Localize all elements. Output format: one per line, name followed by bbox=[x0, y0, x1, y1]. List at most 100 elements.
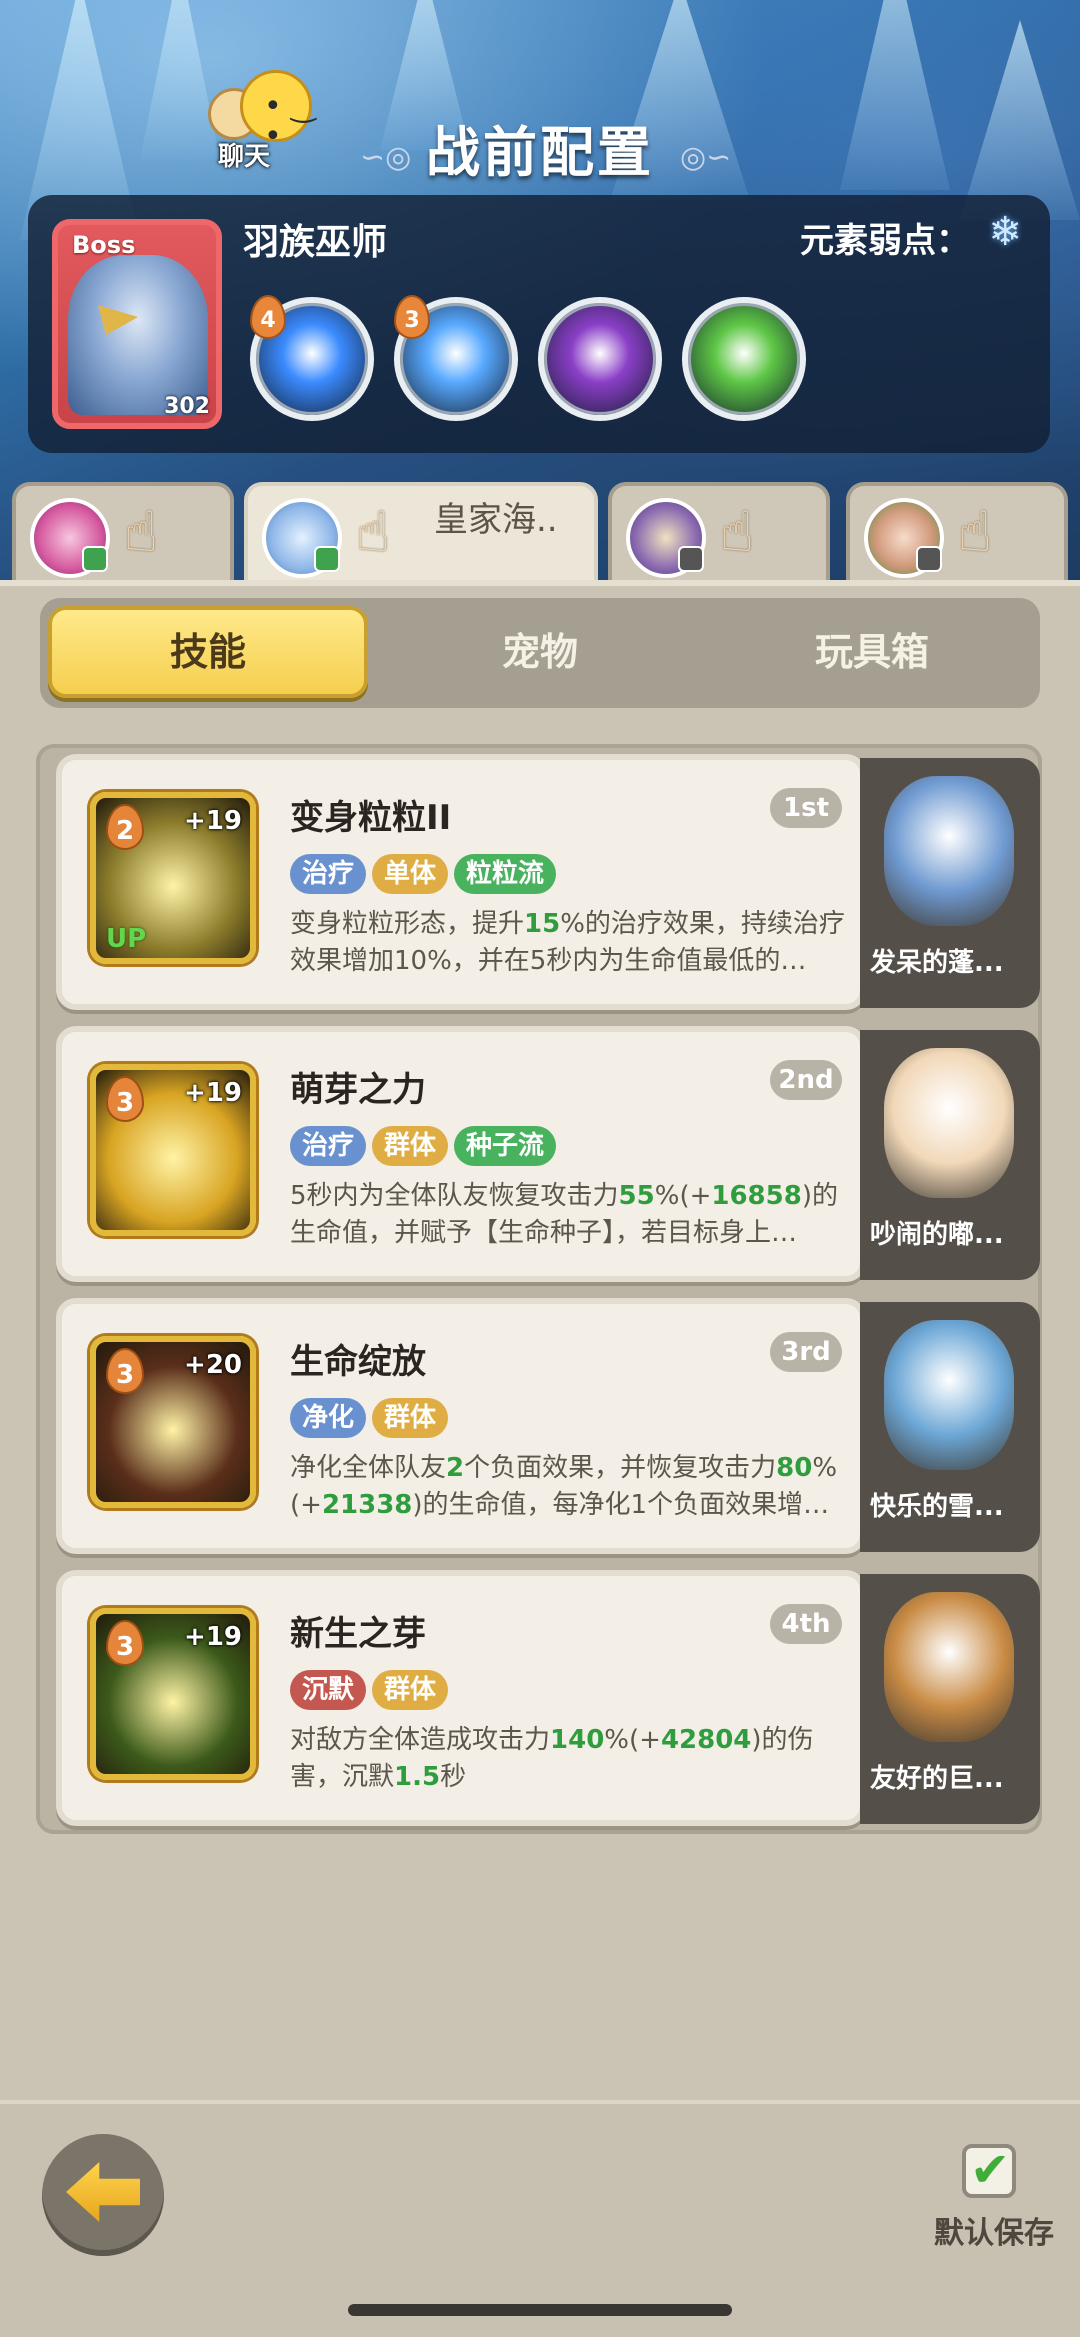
skill-level-badge: 2 bbox=[106, 804, 144, 850]
pet-name: 友好的巨... bbox=[870, 1764, 1004, 1794]
skill-bonus: +19 bbox=[184, 1622, 242, 1652]
boss-skill-orb[interactable] bbox=[538, 297, 662, 421]
skill-tags: 净化 群体 bbox=[290, 1398, 449, 1438]
skill-description: 5秒内为全体队友恢复攻击力55%(+16858)的生命值，并赋予【生命种子】，若… bbox=[290, 1178, 854, 1289]
skill-tag: 群体 bbox=[372, 1670, 449, 1710]
element-weakness-label: 元素弱点： bbox=[800, 221, 970, 261]
bottom-bar: ✔ 默认保存 bbox=[0, 2100, 1080, 2337]
skill-bonus: +19 bbox=[184, 1078, 242, 1108]
skill-title: 变身粒粒II bbox=[290, 798, 452, 838]
skill-tag: 粒粒流 bbox=[454, 854, 557, 894]
boss-name: 羽族巫师 bbox=[243, 222, 388, 263]
boss-skill-orb[interactable] bbox=[682, 297, 806, 421]
skill-icon: 2 +19 UP bbox=[90, 792, 256, 964]
skill-tags: 治疗 群体 种子流 bbox=[290, 1126, 557, 1166]
team-tab-name: 皇家海.. bbox=[434, 500, 558, 540]
default-save-checkbox[interactable]: ✔ bbox=[962, 2142, 1016, 2198]
skill-pet-slot[interactable]: 快乐的雪... bbox=[860, 1302, 1040, 1552]
team-tab-2[interactable]: ☝ 皇家海.. bbox=[244, 482, 598, 586]
skill-card[interactable]: 3 +19 新生之芽 4th 沉默 群体 对敌方全体造成攻击力140%(+42804)的伤害… bbox=[56, 1570, 866, 1826]
pet-portrait bbox=[884, 1320, 1014, 1470]
skill-icon: 3 +19 bbox=[90, 1064, 256, 1236]
orb-level-badge: 4 bbox=[250, 295, 286, 339]
skill-description: 对敌方全体造成攻击力140%(+42804)的伤害，沉默1.5秒 bbox=[290, 1722, 854, 1833]
skill-description-text: 净化全体队友 bbox=[290, 1453, 447, 1483]
team-tab-4[interactable]: ☝ bbox=[846, 482, 1068, 586]
skill-description-text: %(+ bbox=[604, 1725, 661, 1755]
skill-value-highlight: 42804 bbox=[660, 1725, 752, 1755]
default-save-label: 默认保存 bbox=[934, 2216, 1054, 2251]
skill-description-text: 变身粒粒形态，提升 bbox=[290, 909, 525, 939]
skill-rank: 3rd bbox=[770, 1332, 842, 1372]
skill-bonus: +19 bbox=[184, 806, 242, 836]
boss-skill-orb[interactable]: 4 bbox=[250, 295, 374, 421]
checkmark-icon: ✔ bbox=[970, 2142, 1011, 2198]
tab-toybox[interactable]: 玩具箱 bbox=[712, 606, 1032, 698]
skill-value-highlight: 80 bbox=[776, 1453, 813, 1483]
pet-portrait bbox=[884, 1592, 1014, 1742]
skill-pet-slot[interactable]: 吵闹的嘟... bbox=[860, 1030, 1040, 1280]
skill-tag: 沉默 bbox=[290, 1670, 367, 1710]
tab-pets[interactable]: 宠物 bbox=[380, 606, 700, 698]
skill-rank: 4th bbox=[770, 1604, 842, 1644]
tab-skills[interactable]: 技能 bbox=[48, 606, 368, 698]
boss-bird-portrait bbox=[68, 255, 208, 415]
skill-icon: 3 +19 bbox=[90, 1608, 256, 1780]
snowflake-icon: ❄ bbox=[988, 209, 1022, 255]
skill-description-text: 对敌方全体造成攻击力 bbox=[290, 1725, 551, 1755]
boss-level: 302 bbox=[164, 394, 210, 419]
team-tab-3[interactable]: ☝ bbox=[608, 482, 830, 586]
skill-card[interactable]: 3 +20 生命绽放 3rd 净化 群体 净化全体队友2个负面效果，并恢复攻击力80%(+2… bbox=[56, 1298, 866, 1554]
skill-tags: 治疗 单体 粒粒流 bbox=[290, 854, 557, 894]
skill-card[interactable]: 3 +19 萌芽之力 2nd 治疗 群体 种子流 5秒内为全体队友恢复攻击力55%(+1685… bbox=[56, 1026, 866, 1282]
category-segmented-control: 技能 宠物 玩具箱 bbox=[40, 598, 1040, 708]
back-button[interactable] bbox=[42, 2134, 164, 2256]
tap-hand-icon: ☝ bbox=[356, 500, 391, 565]
skill-level-badge: 3 bbox=[106, 1076, 144, 1122]
skill-title: 新生之芽 bbox=[290, 1614, 426, 1654]
skill-value-highlight: 1.5 bbox=[394, 1762, 441, 1792]
skill-value-highlight: 16858 bbox=[711, 1181, 802, 1211]
pet-name: 快乐的雪... bbox=[870, 1492, 1004, 1522]
skill-tag: 种子流 bbox=[454, 1126, 557, 1166]
skill-rank: 2nd bbox=[770, 1060, 842, 1100]
boss-portrait-card[interactable]: Boss 302 bbox=[52, 219, 222, 429]
orb-level-badge: 3 bbox=[394, 295, 430, 339]
page-title: 战前配置 bbox=[426, 121, 654, 184]
skill-title: 生命绽放 bbox=[290, 1342, 426, 1382]
back-arrow-icon bbox=[66, 2162, 140, 2222]
skill-value-highlight: 55 bbox=[618, 1181, 655, 1211]
skill-value-highlight: 21338 bbox=[321, 1490, 413, 1520]
skill-description: 净化全体队友2个负面效果，并恢复攻击力80%(+21338)的生命值，每净化1个… bbox=[290, 1450, 854, 1561]
hero-badge-icon bbox=[314, 546, 340, 572]
skill-value-highlight: 2 bbox=[446, 1453, 465, 1483]
skill-tag: 群体 bbox=[372, 1126, 449, 1166]
config-panel: 技能 宠物 玩具箱 2 +19 UP 变身粒粒II 1st 治疗 单体 粒粒流 变身粒粒形态，提… bbox=[0, 580, 1080, 2100]
skill-rank: 1st bbox=[770, 788, 842, 828]
boss-tag: Boss bbox=[72, 231, 136, 259]
skill-tags: 沉默 群体 bbox=[290, 1670, 449, 1710]
skill-tag: 治疗 bbox=[290, 1126, 367, 1166]
tap-hand-icon: ☝ bbox=[958, 500, 993, 565]
skill-icon: 3 +20 bbox=[90, 1336, 256, 1508]
skill-value-highlight: 140 bbox=[550, 1725, 605, 1755]
pet-portrait bbox=[884, 776, 1014, 926]
skill-description-text: 个负面效果，并恢复攻击力 bbox=[464, 1453, 777, 1483]
boss-skill-orb[interactable]: 3 bbox=[394, 295, 518, 421]
skill-bonus: +20 bbox=[184, 1350, 242, 1380]
skill-description: 变身粒粒形态，提升15%的治疗效果，持续治疗效果增加10%，并在5秒内为生命值最… bbox=[290, 906, 854, 1017]
boss-panel: Boss 302 羽族巫师 元素弱点： ❄ 4 3 bbox=[28, 195, 1050, 453]
skill-pet-slot[interactable]: 发呆的蓬... bbox=[860, 758, 1040, 1008]
skill-card[interactable]: 2 +19 UP 变身粒粒II 1st 治疗 单体 粒粒流 变身粒粒形态，提升15%的治疗效果，… bbox=[56, 754, 866, 1010]
skill-pet-slot[interactable]: 友好的巨... bbox=[860, 1574, 1040, 1824]
skill-description-text: 秒 bbox=[440, 1762, 467, 1792]
skill-tag: 单体 bbox=[372, 854, 449, 894]
skill-upgrade-badge: UP bbox=[106, 924, 147, 954]
skill-description-text: )的生命值，每净化1个负面效果增… bbox=[412, 1490, 830, 1520]
skill-tag: 群体 bbox=[372, 1398, 449, 1438]
skill-tag: 治疗 bbox=[290, 854, 367, 894]
skill-value-highlight: 15 bbox=[524, 909, 561, 939]
team-tab-1[interactable]: ☝ bbox=[12, 482, 234, 586]
tap-hand-icon: ☝ bbox=[720, 500, 755, 565]
skill-tag: 净化 bbox=[290, 1398, 367, 1438]
